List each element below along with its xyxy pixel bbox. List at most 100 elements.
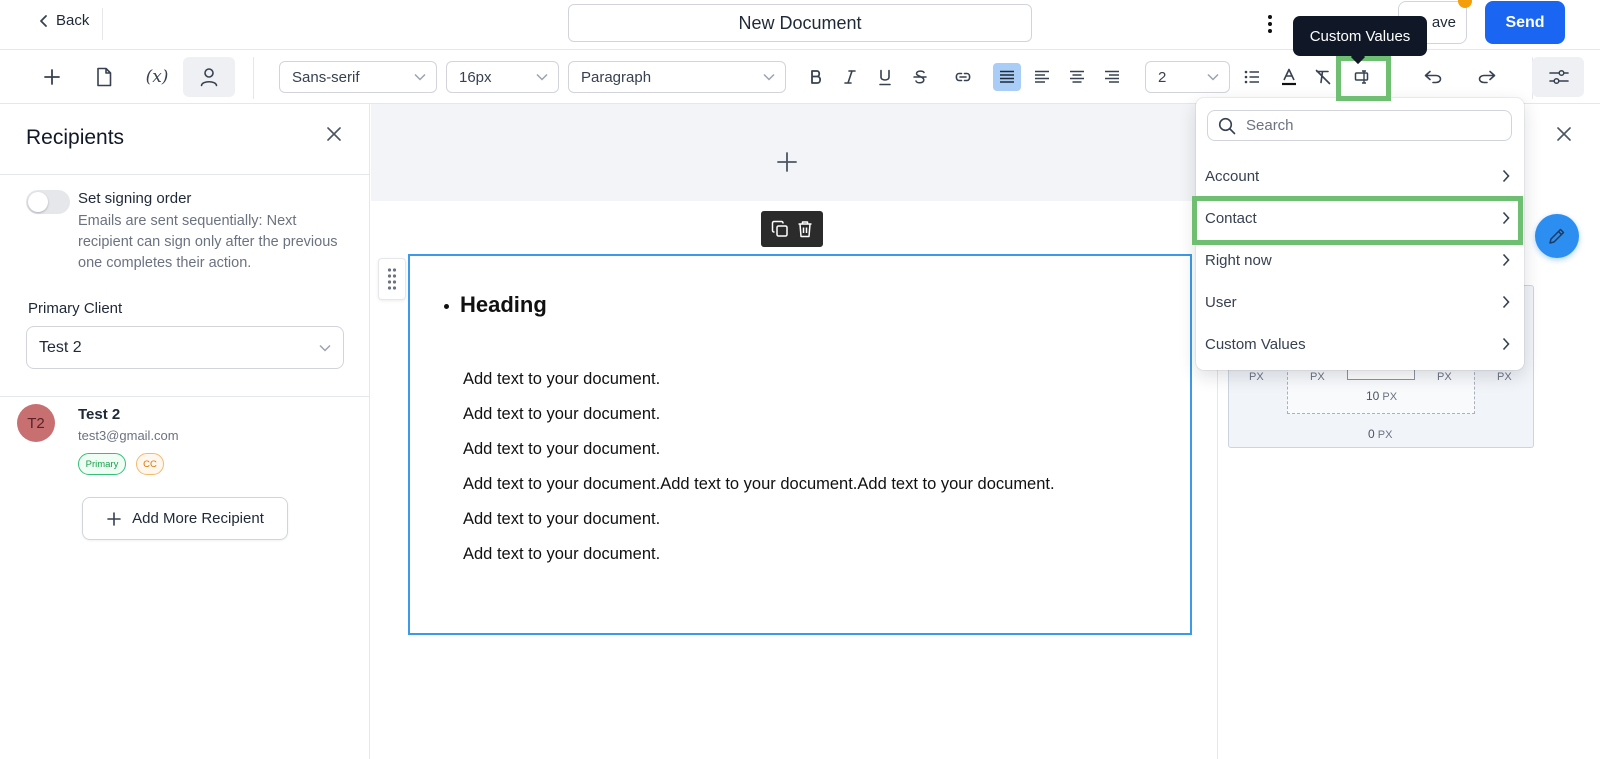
- font-size-value: 16px: [459, 68, 492, 86]
- padding-right-unit[interactable]: PX: [1437, 371, 1452, 383]
- menu-item-label: Account: [1205, 167, 1260, 185]
- close-icon[interactable]: [324, 124, 344, 144]
- primary-badge: Primary: [78, 453, 126, 475]
- variables-icon[interactable]: (x): [140, 61, 174, 93]
- signing-order-toggle[interactable]: [26, 190, 70, 214]
- page-icon[interactable]: [88, 61, 120, 93]
- align-center-icon[interactable]: [1063, 63, 1091, 91]
- undo-icon[interactable]: [1420, 63, 1448, 91]
- panel-title: Recipients: [26, 126, 125, 149]
- add-element-icon[interactable]: [36, 61, 68, 93]
- contact-highlight: [1192, 196, 1523, 245]
- custom-values-tooltip: Custom Values: [1293, 16, 1427, 56]
- menu-item-label: Custom Values: [1205, 335, 1306, 353]
- header-divider: [102, 8, 103, 40]
- margin-left-unit[interactable]: PX: [1249, 371, 1264, 383]
- more-options-icon[interactable]: [1258, 12, 1282, 36]
- block-type-select[interactable]: Paragraph: [568, 61, 786, 93]
- line-height-value: 2: [1158, 68, 1167, 86]
- chevron-right-icon: [1502, 337, 1510, 351]
- padding-bottom-number: 10: [1366, 389, 1380, 403]
- line-height-select[interactable]: 2: [1145, 61, 1230, 93]
- signing-order-description: Emails are sent sequentially: Next recip…: [78, 213, 338, 271]
- divider: [0, 174, 370, 175]
- recipient-name: Test 2: [78, 406, 121, 423]
- document-line[interactable]: Add text to your document.: [463, 405, 660, 424]
- document-line[interactable]: Add text to your document.: [463, 545, 660, 564]
- primary-client-select[interactable]: Test 2: [26, 326, 344, 369]
- divider: [0, 396, 370, 397]
- search-field[interactable]: [1207, 110, 1512, 141]
- chevron-down-icon: [414, 73, 426, 81]
- bullet-list-icon[interactable]: [1238, 63, 1266, 91]
- text-block[interactable]: Heading Add text to your document. Add t…: [408, 254, 1192, 635]
- trash-icon[interactable]: [797, 220, 813, 238]
- chevron-left-icon: [38, 14, 50, 28]
- search-input[interactable]: [1244, 116, 1494, 135]
- add-more-recipient-button[interactable]: Add More Recipient: [82, 497, 288, 540]
- document-title-input[interactable]: New Document: [568, 4, 1032, 42]
- primary-client-label: Primary Client: [28, 300, 123, 317]
- menu-item-account[interactable]: Account: [1196, 155, 1524, 197]
- search-icon: [1218, 117, 1236, 135]
- recipient-email: test3@gmail.com: [78, 428, 179, 443]
- align-justify-icon[interactable]: [993, 63, 1021, 91]
- margin-bottom-number: 0: [1368, 427, 1375, 441]
- toolbar-divider: [253, 57, 254, 99]
- strikethrough-icon[interactable]: [906, 63, 934, 91]
- duplicate-icon[interactable]: [771, 220, 789, 238]
- block-actions: [761, 211, 823, 247]
- chevron-right-icon: [1502, 295, 1510, 309]
- bold-icon[interactable]: [802, 63, 830, 91]
- clear-format-icon[interactable]: [1309, 63, 1337, 91]
- padding-bottom-value[interactable]: 10 PX: [1366, 389, 1397, 403]
- plus-icon: [106, 511, 122, 527]
- italic-icon[interactable]: [836, 63, 864, 91]
- document-line[interactable]: Add text to your document.: [463, 510, 660, 529]
- padding-left-unit[interactable]: PX: [1310, 371, 1325, 383]
- close-icon[interactable]: [1554, 124, 1574, 144]
- send-button[interactable]: Send: [1485, 1, 1565, 44]
- sliders-icon[interactable]: [1545, 63, 1573, 91]
- block-type-value: Paragraph: [581, 68, 652, 86]
- font-size-select[interactable]: 16px: [446, 61, 559, 93]
- signing-order-label: Set signing order: [78, 190, 192, 207]
- chevron-down-icon: [319, 344, 331, 352]
- align-left-icon[interactable]: [1028, 63, 1056, 91]
- font-family-value: Sans-serif: [292, 68, 360, 86]
- add-section-icon[interactable]: [775, 150, 799, 174]
- align-right-icon[interactable]: [1098, 63, 1126, 91]
- redo-icon[interactable]: [1472, 63, 1500, 91]
- recipients-panel: Recipients Set signing order Emails are …: [0, 104, 370, 759]
- menu-item-custom-values[interactable]: Custom Values: [1196, 323, 1524, 365]
- custom-values-highlight: [1336, 56, 1391, 101]
- add-more-recipient-label: Add More Recipient: [132, 510, 264, 527]
- chevron-right-icon: [1502, 253, 1510, 267]
- document-line[interactable]: Add text to your document.: [463, 370, 660, 389]
- chevron-right-icon: [1502, 169, 1510, 183]
- toggle-knob: [28, 192, 48, 212]
- menu-item-user[interactable]: User: [1196, 281, 1524, 323]
- font-family-select[interactable]: Sans-serif: [279, 61, 437, 93]
- chevron-down-icon: [536, 73, 548, 81]
- person-icon[interactable]: [193, 61, 225, 93]
- underline-icon[interactable]: [871, 63, 899, 91]
- margin-bottom-value[interactable]: 0 PX: [1368, 427, 1392, 441]
- document-line[interactable]: Add text to your document.: [463, 440, 660, 459]
- menu-item-label: User: [1205, 293, 1237, 311]
- document-heading[interactable]: Heading: [460, 292, 547, 318]
- chevron-down-icon: [1207, 73, 1219, 81]
- document-line[interactable]: Add text to your document.Add text to yo…: [463, 475, 1055, 494]
- primary-client-value: Test 2: [39, 338, 82, 356]
- link-icon[interactable]: [949, 63, 977, 91]
- bullet: [444, 304, 449, 309]
- menu-item-right-now[interactable]: Right now: [1196, 239, 1524, 281]
- drag-handle-icon[interactable]: [378, 258, 406, 300]
- margin-right-unit[interactable]: PX: [1497, 371, 1512, 383]
- cc-badge[interactable]: CC: [136, 453, 164, 475]
- edit-icon[interactable]: [1535, 214, 1579, 258]
- back-button[interactable]: Back: [38, 12, 89, 29]
- unsaved-indicator: [1458, 0, 1472, 8]
- text-color-icon[interactable]: [1275, 63, 1303, 91]
- menu-item-label: Right now: [1205, 251, 1272, 269]
